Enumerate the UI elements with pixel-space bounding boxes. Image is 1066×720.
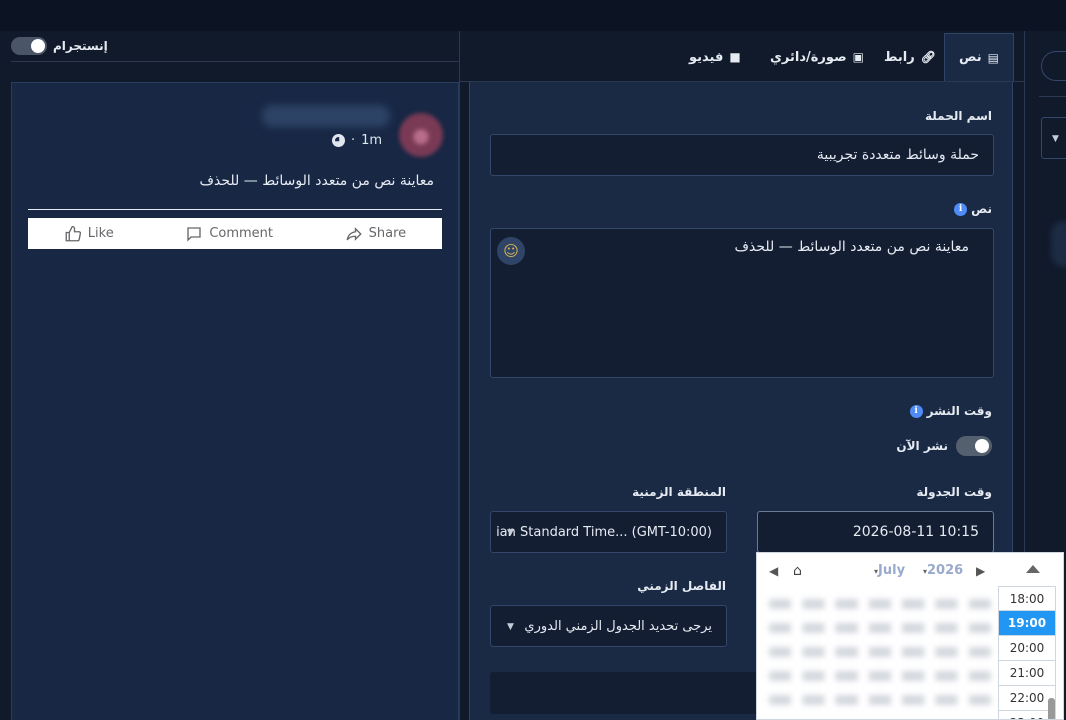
- share-button[interactable]: Share: [345, 225, 407, 243]
- tab-image[interactable]: ▣ صورة/دائري: [770, 33, 864, 81]
- post-meta: · 1m: [332, 133, 382, 148]
- interval-value: يرجى تحديد الجدول الزمني الدوري: [524, 618, 712, 634]
- instagram-toggle[interactable]: [11, 37, 47, 55]
- side-select[interactable]: ▼: [1041, 117, 1066, 159]
- month-select[interactable]: ▾July: [874, 563, 905, 578]
- avatar: ●: [399, 113, 443, 157]
- image-icon: ▣: [852, 50, 864, 64]
- toggle-knob: [31, 39, 45, 53]
- share-label: Share: [368, 226, 407, 241]
- home-icon[interactable]: ⌂: [793, 563, 802, 579]
- time-option[interactable]: 21:00: [998, 661, 1056, 686]
- text-textarea[interactable]: معاينة نص من متعدد الوسائط — للحذف ☺: [490, 228, 994, 378]
- timezone-value: (GMT-10:00) ...ian Standard Time: [496, 524, 712, 540]
- publish-time-label: وقت النشر i: [909, 404, 992, 418]
- post-action-bar: Like Comment Share: [28, 218, 442, 249]
- link-icon: 🔗︎: [920, 50, 936, 64]
- publish-now-row: نشر الآن: [896, 436, 992, 456]
- publish-now-toggle[interactable]: [956, 436, 992, 456]
- preview-column: إنستجرام ● · 1m معاينة نص من متعدد الوسا…: [0, 31, 460, 720]
- comment-label: Comment: [209, 226, 274, 241]
- campaign-name-input[interactable]: حملة وسائط متعددة تجريبية: [490, 134, 994, 176]
- datetime-picker: ◀ ⌂ ▾July ▾2026 ▶ 18:00 19:00 20:00 21:0…: [756, 552, 1064, 720]
- preview-divider: [11, 61, 459, 62]
- year-select[interactable]: ▾2026: [923, 563, 963, 578]
- interval-label-text: الفاصل الزمني: [637, 579, 726, 593]
- post-preview-card: ● · 1m معاينة نص من متعدد الوسائط — للحذ…: [11, 82, 459, 720]
- timezone-label-text: المنطقة الزمنية: [632, 485, 726, 499]
- campaign-name-label: اسم الحملة: [925, 109, 992, 123]
- time-option[interactable]: 18:00: [998, 586, 1056, 611]
- content-type-tabs: ▤ نص 🔗︎ رابط ▣ صورة/دائري ■ فيديو: [460, 31, 1024, 82]
- instagram-toggle-row[interactable]: إنستجرام: [11, 36, 108, 56]
- schedule-time-input[interactable]: 2026-08-11 10:15: [757, 511, 994, 553]
- schedule-time-label: وقت الجدولة: [916, 485, 992, 499]
- comment-button[interactable]: Comment: [185, 225, 273, 243]
- blurred-element: [1051, 221, 1066, 267]
- info-icon[interactable]: i: [909, 404, 923, 418]
- text-value: معاينة نص من متعدد الوسائط — للحذف: [734, 239, 969, 255]
- meta-dot: ·: [351, 133, 356, 148]
- tab-video[interactable]: ■ فيديو: [689, 33, 741, 81]
- time-option[interactable]: 20:00: [998, 636, 1056, 661]
- tab-text-label: نص: [959, 50, 982, 65]
- document-icon: ▤: [987, 50, 999, 65]
- interval-select[interactable]: يرجى تحديد الجدول الزمني الدوري ▼: [490, 605, 727, 647]
- post-divider: [28, 209, 442, 210]
- post-text: معاينة نص من متعدد الوسائط — للحذف: [199, 173, 434, 189]
- smiley-icon: ☺: [503, 242, 519, 260]
- video-icon: ■: [729, 50, 741, 64]
- chevron-down-icon: ▼: [1052, 134, 1059, 144]
- thumbs-up-icon: [65, 225, 81, 241]
- scroll-up-icon[interactable]: [1026, 565, 1040, 573]
- emoji-picker-button[interactable]: ☺: [497, 237, 525, 265]
- prev-month-arrow[interactable]: ◀: [769, 564, 778, 578]
- campaign-name-label-text: اسم الحملة: [925, 109, 992, 123]
- text-label: نص i: [954, 202, 992, 216]
- share-icon: [346, 226, 362, 241]
- info-icon[interactable]: i: [954, 202, 968, 216]
- time-option-selected[interactable]: 19:00: [998, 611, 1056, 636]
- publish-time-label-text: وقت النشر: [926, 404, 992, 418]
- top-bar: [0, 0, 1066, 31]
- instagram-label: إنستجرام: [53, 39, 108, 53]
- year-value: 2026: [927, 563, 964, 578]
- timezone-label: المنطقة الزمنية: [632, 485, 726, 499]
- tab-image-label: صورة/دائري: [770, 49, 847, 65]
- toggle-knob: [975, 439, 989, 453]
- schedule-time-label-text: وقت الجدولة: [916, 485, 992, 499]
- interval-label: الفاصل الزمني: [637, 579, 726, 593]
- chevron-down-icon: ▼: [507, 622, 514, 632]
- tab-video-label: فيديو: [689, 49, 724, 65]
- text-label-text: نص: [971, 202, 992, 216]
- side-pill-button[interactable]: [1041, 51, 1066, 81]
- side-divider: [1039, 96, 1066, 97]
- schedule-time-value: 2026-08-11 10:15: [852, 524, 979, 540]
- like-label: Like: [87, 226, 114, 241]
- next-month-arrow[interactable]: ▶: [976, 564, 985, 578]
- calendar-grid-blurred: [765, 593, 995, 719]
- time-list-column: 18:00 19:00 20:00 21:00 22:00 23:00: [998, 553, 1063, 719]
- month-value: July: [878, 563, 906, 578]
- tab-link-label: رابط: [884, 49, 915, 65]
- time-scrollbar[interactable]: [1048, 698, 1055, 719]
- chevron-down-icon: ▼: [507, 528, 514, 538]
- blurred-page-name: [262, 105, 390, 127]
- post-time: 1m: [361, 133, 383, 148]
- like-button[interactable]: Like: [64, 225, 114, 243]
- globe-icon: [332, 134, 345, 147]
- tab-link[interactable]: 🔗︎ رابط: [884, 33, 936, 81]
- tab-text[interactable]: ▤ نص: [944, 33, 1014, 81]
- publish-now-label: نشر الآن: [896, 439, 948, 453]
- campaign-name-value: حملة وسائط متعددة تجريبية: [816, 147, 979, 163]
- comment-icon: [187, 226, 202, 242]
- timezone-select[interactable]: (GMT-10:00) ...ian Standard Time ▼: [490, 511, 727, 553]
